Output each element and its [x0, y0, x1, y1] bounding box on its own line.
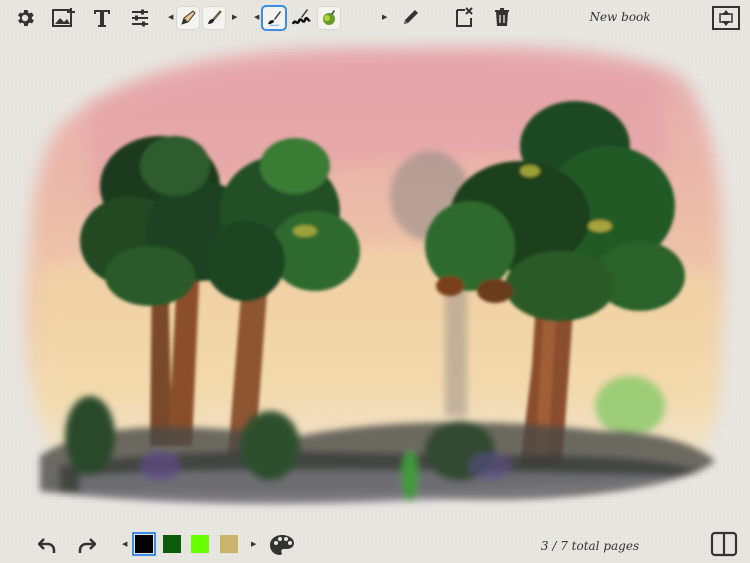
- book-view-button[interactable]: [708, 529, 740, 559]
- add-text-button[interactable]: [89, 6, 115, 30]
- ink-brush-tool-button[interactable]: [261, 5, 287, 31]
- palette-button[interactable]: [268, 532, 296, 558]
- redo-icon: [78, 538, 96, 553]
- fullscreen-button[interactable]: [710, 4, 742, 32]
- brush-tool-button[interactable]: [203, 7, 225, 29]
- add-image-icon: [52, 8, 75, 27]
- clear-page-button[interactable]: [451, 5, 477, 29]
- colors-scroll-left-icon[interactable]: ◀: [122, 539, 127, 549]
- top-toolbar: ◀ ▶ ◀ ▶ New book: [0, 0, 750, 36]
- colors-scroll-right-icon[interactable]: ▶: [251, 539, 256, 549]
- painting: [25, 46, 724, 505]
- light-green-bush: [595, 376, 665, 436]
- color-swatch-khaki[interactable]: [220, 535, 238, 553]
- undo-button[interactable]: [36, 534, 60, 556]
- brushes-scroll-right-icon[interactable]: ▶: [382, 12, 387, 22]
- ink-brush-tool-icon: [268, 11, 281, 26]
- settings-button[interactable]: [12, 6, 38, 30]
- redo-button[interactable]: [74, 534, 98, 556]
- book-title[interactable]: New book: [560, 10, 680, 24]
- text-icon: [94, 10, 110, 27]
- tools-scroll-left-icon[interactable]: ◀: [168, 12, 173, 22]
- edit-icon: [404, 10, 418, 24]
- page-indicator: 3 / 7 total pages: [540, 539, 640, 553]
- brush-tool-icon: [208, 10, 222, 24]
- squiggle-tool-icon: [291, 9, 311, 25]
- drawing-canvas[interactable]: [0, 36, 750, 525]
- color-swatch-dark-green[interactable]: [163, 535, 181, 553]
- undo-icon: [38, 538, 56, 553]
- trash-icon: [495, 8, 509, 26]
- paint-blob-tool-icon: [323, 10, 335, 25]
- pencil-tool-icon: [181, 10, 196, 25]
- edit-button[interactable]: [398, 5, 424, 29]
- book-view-icon: [710, 531, 738, 557]
- sliders-icon: [132, 9, 148, 27]
- tools-scroll-right-icon[interactable]: ▶: [232, 12, 237, 22]
- pencil-tool-button[interactable]: [177, 7, 199, 29]
- brushes-scroll-left-icon[interactable]: ◀: [254, 12, 259, 22]
- squiggle-tool-button[interactable]: [290, 7, 314, 29]
- adjustments-button[interactable]: [127, 6, 153, 30]
- bottom-toolbar: ◀ ▶ 3 / 7 total pages: [0, 525, 750, 563]
- palette-icon: [270, 535, 294, 555]
- clear-page-icon: [456, 7, 473, 27]
- add-image-button[interactable]: [51, 6, 77, 30]
- delete-button[interactable]: [489, 5, 515, 29]
- gear-icon: [18, 10, 34, 26]
- color-swatch-lime-green[interactable]: [191, 535, 209, 553]
- color-swatch-black[interactable]: [132, 532, 156, 556]
- paint-blob-tool-button[interactable]: [318, 7, 340, 29]
- fullscreen-icon: [712, 6, 740, 30]
